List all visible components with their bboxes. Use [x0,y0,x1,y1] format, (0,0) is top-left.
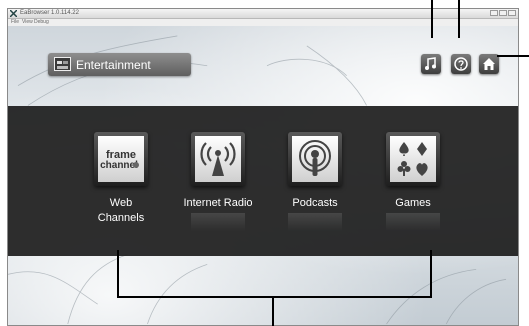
home-button[interactable] [479,54,499,74]
callout-line-left [117,250,119,297]
callout-bracket-bottom [117,296,432,298]
tile-label: Internet Radio [168,196,268,211]
tile-reflection [191,213,245,231]
maximize-button[interactable] [499,10,507,16]
window-title: EaBrowser 1.0.114.22 [20,10,79,16]
framechannel-logo-icon: frame channel [98,136,144,182]
background-scene: Entertainment frame channel Web Channels… [8,26,518,325]
tile-label-line2: Channels [97,212,145,224]
tile-label: Games [363,196,463,211]
tile-internet-radio[interactable]: Internet Radio [183,132,253,231]
menu-file[interactable]: File [11,19,19,26]
tile-games[interactable]: Games [384,132,442,231]
svg-text:channel: channel [100,160,138,171]
tile-label-line1: Internet Radio [183,197,253,209]
menu-view[interactable]: View [22,19,33,26]
app-window: EaBrowser 1.0.114.22 File View Debug Ent… [7,8,519,326]
callout-line-music [431,0,433,38]
tile-label-line1: Podcasts [292,197,338,209]
podcast-icon [292,136,338,182]
tile-frame [191,132,245,186]
tile-reflection [288,213,342,231]
category-band: frame channel Web Channels Internet Radi… [8,106,518,256]
help-button[interactable] [451,54,471,74]
title-bar: EaBrowser 1.0.114.22 [8,9,518,19]
callout-line-help [458,0,460,38]
tile-label-line1: Web [109,197,133,209]
close-button[interactable] [508,10,516,16]
music-button[interactable] [421,54,441,74]
tile-label: Web Channels [71,196,171,226]
tile-label-line1: Games [395,197,431,209]
minimize-button[interactable] [490,10,498,16]
section-header: Entertainment [48,53,191,76]
callout-line-right [430,250,432,297]
section-title: Entertainment [76,58,151,72]
radio-tower-icon [195,136,241,182]
tile-podcasts[interactable]: Podcasts [286,132,344,231]
callout-line-home [497,55,529,57]
home-icon [483,58,495,70]
tile-frame [386,132,440,186]
menu-debug[interactable]: Debug [34,19,49,26]
menu-bar: File View Debug [8,19,518,26]
tile-reflection [386,213,440,231]
tile-frame [288,132,342,186]
tile-frame: frame channel [94,132,148,186]
app-logo-icon [10,10,17,17]
callout-line-stem [272,296,274,326]
tile-label: Podcasts [265,196,365,211]
help-icon [454,57,468,71]
tile-web-channels[interactable]: frame channel Web Channels [92,132,150,226]
card-suits-icon [390,136,436,182]
entertainment-icon [54,57,71,71]
music-note-icon [425,57,436,70]
